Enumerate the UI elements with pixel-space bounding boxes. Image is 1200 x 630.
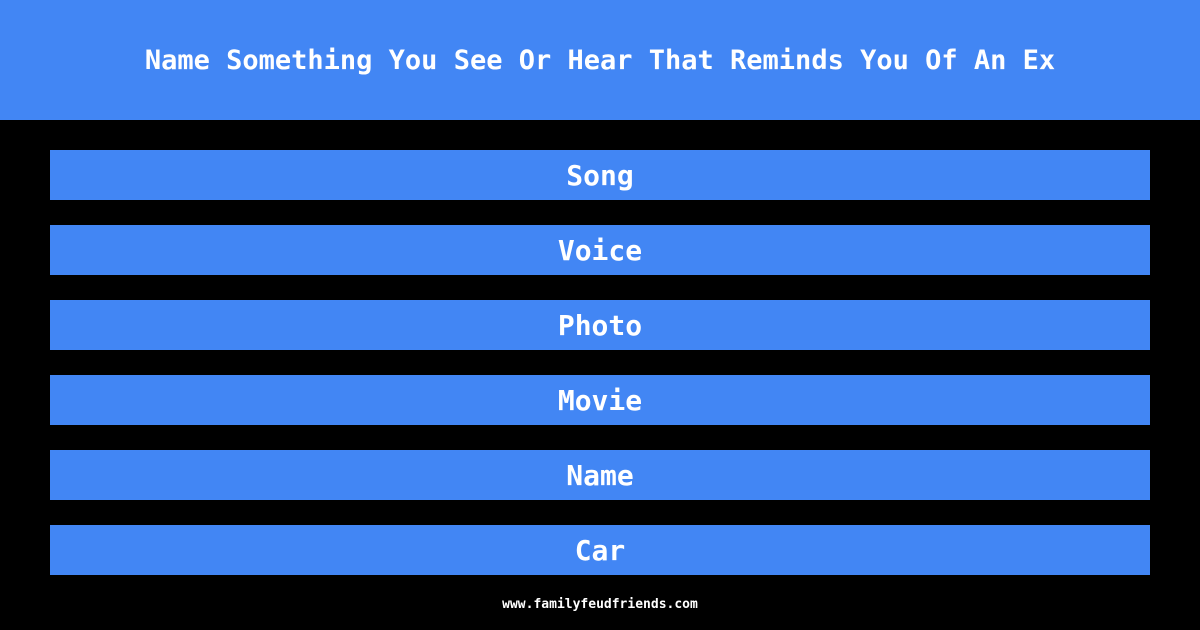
answer-label: Movie <box>557 383 643 417</box>
answer-bar[interactable]: Voice <box>50 225 1150 275</box>
answer-label: Voice <box>557 233 643 267</box>
answer-label: Car <box>574 533 626 567</box>
answer-bar[interactable]: Car <box>50 525 1150 575</box>
answer-bar[interactable]: Name <box>50 450 1150 500</box>
answer-label: Photo <box>557 308 643 342</box>
answer-label: Song <box>566 158 634 192</box>
answer-bar[interactable]: Photo <box>50 300 1150 350</box>
question-title: Name Something You See Or Hear That Remi… <box>144 44 1056 76</box>
answer-list: Song Voice Photo Movie Name Car <box>50 150 1150 600</box>
question-header: Name Something You See Or Hear That Remi… <box>0 0 1200 120</box>
answer-bar[interactable]: Song <box>50 150 1150 200</box>
answer-bar[interactable]: Movie <box>50 375 1150 425</box>
answer-label: Name <box>566 458 634 492</box>
site-url: www.familyfeudfriends.com <box>502 597 698 612</box>
